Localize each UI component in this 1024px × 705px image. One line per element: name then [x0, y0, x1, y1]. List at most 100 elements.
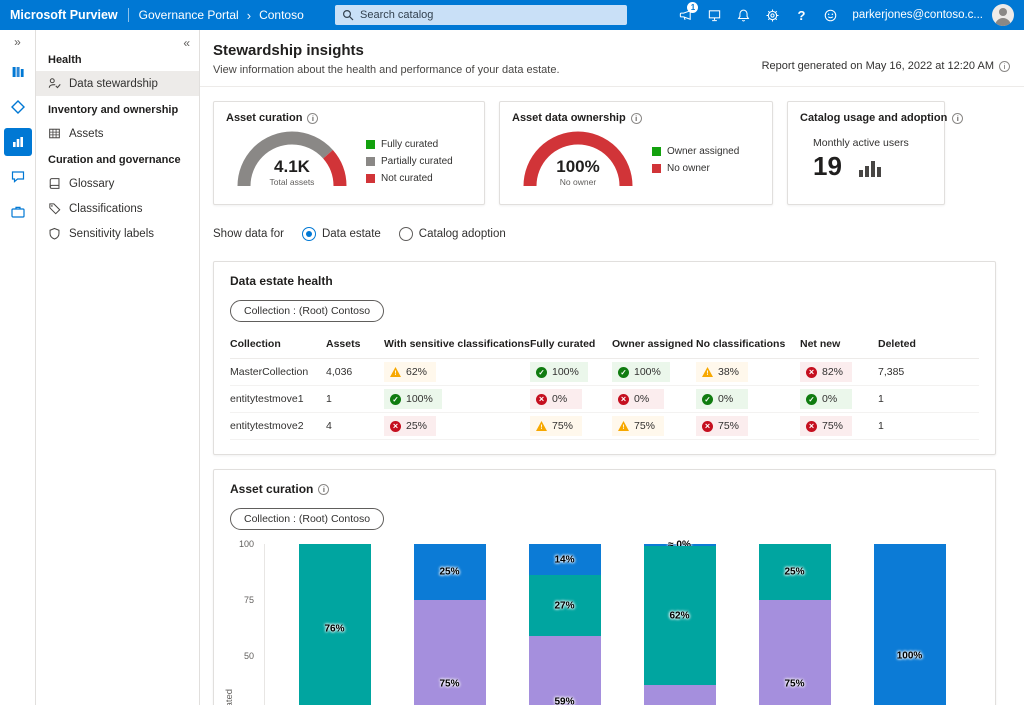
chart-bar[interactable]: 100%	[874, 544, 946, 705]
collection-filter-button[interactable]: Collection : (Root) Contoso	[230, 300, 384, 322]
chart-segment-blue[interactable]: 100%	[874, 544, 946, 705]
catalog-usage-card: Catalog usage and adoption Monthly activ…	[787, 101, 945, 205]
report-note: Report generated on May 16, 2022 at 12:2…	[762, 60, 1010, 72]
collection-filter-button[interactable]: Collection : (Root) Contoso	[230, 508, 384, 530]
col-assets[interactable]: Assets	[326, 338, 384, 350]
table-row[interactable]: entitytestmove2425%75%75%75%75%1	[230, 413, 979, 440]
notifications-button[interactable]	[730, 2, 756, 28]
col-sensitive[interactable]: With sensitive classifications	[384, 338, 530, 350]
cell-status: 75%	[800, 416, 878, 436]
radio-catalog-adoption[interactable]: Catalog adoption	[399, 227, 506, 241]
monthly-active-users-label: Monthly active users	[813, 137, 932, 149]
segment-label: 75%	[439, 679, 459, 690]
catalog-search[interactable]	[335, 5, 627, 25]
chart-segment-purple[interactable]: 59%	[529, 636, 601, 705]
topbar-actions: 1 ?	[672, 2, 1014, 28]
info-icon[interactable]	[318, 484, 329, 495]
chart-bar[interactable]: 25% 75%	[414, 544, 486, 705]
radio-icon[interactable]	[302, 227, 316, 241]
avatar[interactable]	[992, 4, 1014, 26]
search-input[interactable]	[360, 9, 620, 21]
chart-bar[interactable]: 76%	[299, 544, 371, 705]
table-row[interactable]: MasterCollection4,03662%100%100%38%82%7,…	[230, 359, 979, 386]
chart-segment-teal[interactable]: 25%	[759, 544, 831, 600]
total-assets-value: 4.1K	[226, 157, 358, 177]
status-value: 100%	[552, 366, 579, 378]
health-table-body: MasterCollection4,03662%100%100%38%82%7,…	[230, 359, 979, 440]
status-value: 62%	[406, 366, 427, 378]
cell-status: 38%	[696, 362, 800, 382]
legend-swatch	[652, 164, 661, 173]
rail-item-management[interactable]	[4, 198, 32, 226]
sidebar-group-health: Health	[36, 46, 199, 71]
chart-segment-teal[interactable]: 27%	[529, 575, 601, 635]
chart-segment-purple[interactable]: 75%	[759, 600, 831, 705]
cell-status: 75%	[696, 416, 800, 436]
breadcrumb-portal[interactable]: Governance Portal	[139, 8, 239, 22]
chart-bar[interactable]: 25%75%	[759, 544, 831, 705]
legend-swatch	[366, 157, 375, 166]
chart-segment-teal[interactable]: 76%	[299, 544, 371, 705]
col-collection[interactable]: Collection	[230, 338, 326, 350]
radio-label: Data estate	[322, 228, 381, 240]
cell-deleted: 1	[878, 420, 979, 432]
status-value: 75%	[822, 420, 843, 432]
col-owner-assigned[interactable]: Owner assigned	[612, 338, 696, 350]
info-icon[interactable]	[999, 61, 1010, 72]
left-rail: »	[0, 30, 36, 705]
help-button[interactable]: ?	[788, 2, 814, 28]
rail-item-data-catalog[interactable]	[4, 58, 32, 86]
sidebar-item-label: Data stewardship	[69, 78, 158, 90]
collapse-sidebar-button[interactable]: «	[183, 36, 190, 50]
info-icon[interactable]	[631, 113, 642, 124]
cell-assets: 1	[326, 393, 384, 405]
chart-segment-purple[interactable]	[644, 685, 716, 705]
table-row[interactable]: entitytestmove11100%0%0%0%0%1	[230, 386, 979, 413]
breadcrumb-tenant[interactable]: Contoso	[259, 8, 304, 22]
col-deleted[interactable]: Deleted	[878, 338, 979, 350]
col-no-classifications[interactable]: No classifications	[696, 338, 800, 350]
glossary-book-icon	[48, 177, 61, 190]
rail-item-data-map[interactable]	[4, 93, 32, 121]
legend-item: Fully curated	[366, 139, 453, 150]
rail-item-insights[interactable]	[4, 128, 32, 156]
chart-segment-teal[interactable]: 62%	[644, 546, 716, 685]
topbar-divider	[128, 8, 129, 22]
success-icon	[618, 367, 629, 378]
sidebar-item-classifications[interactable]: Classifications	[36, 196, 199, 221]
chart-segment-blue[interactable]: 25%	[414, 544, 486, 600]
chart-bar[interactable]: 14%27%59%	[529, 544, 601, 705]
curation-chart-plot: 76%25%75%14%27%59%≈ 0%62%25%75%100%	[264, 544, 979, 705]
feedback-button[interactable]	[817, 2, 843, 28]
sidebar-item-assets[interactable]: Assets	[36, 121, 199, 146]
chart-bar[interactable]: ≈ 0%62%	[644, 544, 716, 705]
legend-label: Fully curated	[381, 139, 438, 150]
settings-button[interactable]	[759, 2, 785, 28]
expand-rail-button[interactable]: »	[14, 35, 21, 49]
card-title: Asset curation	[226, 112, 302, 124]
sidebar-item-data-stewardship[interactable]: Data stewardship	[36, 71, 199, 96]
cell-collection: MasterCollection	[230, 366, 326, 378]
rail-item-data-policy[interactable]	[4, 163, 32, 191]
brand-logo[interactable]: Microsoft Purview	[10, 8, 118, 22]
health-title: Data estate health	[230, 274, 979, 288]
chart-segment-blue[interactable]: 14%	[529, 544, 601, 575]
cell-deleted: 1	[878, 393, 979, 405]
chart-segment-purple[interactable]: 75%	[414, 600, 486, 705]
ownership-legend: Owner assigned No owner	[652, 146, 739, 196]
radio-icon[interactable]	[399, 227, 413, 241]
whats-new-button[interactable]: 1	[672, 2, 698, 28]
radio-data-estate[interactable]: Data estate	[302, 227, 381, 241]
guided-tours-button[interactable]	[701, 2, 727, 28]
account-email[interactable]: parkerjones@contoso.c...	[852, 9, 983, 21]
info-icon[interactable]	[307, 113, 318, 124]
legend-item: Not curated	[366, 173, 453, 184]
sidebar-item-glossary[interactable]: Glossary	[36, 171, 199, 196]
col-fully-curated[interactable]: Fully curated	[530, 338, 612, 350]
sidebar-group-inventory: Inventory and ownership	[36, 96, 199, 121]
col-net-new[interactable]: Net new	[800, 338, 878, 350]
cell-status: 0%	[696, 389, 800, 409]
monthly-active-users-value: 19	[813, 155, 842, 177]
sidebar-item-sensitivity-labels[interactable]: Sensitivity labels	[36, 221, 199, 246]
info-icon[interactable]	[952, 113, 963, 124]
